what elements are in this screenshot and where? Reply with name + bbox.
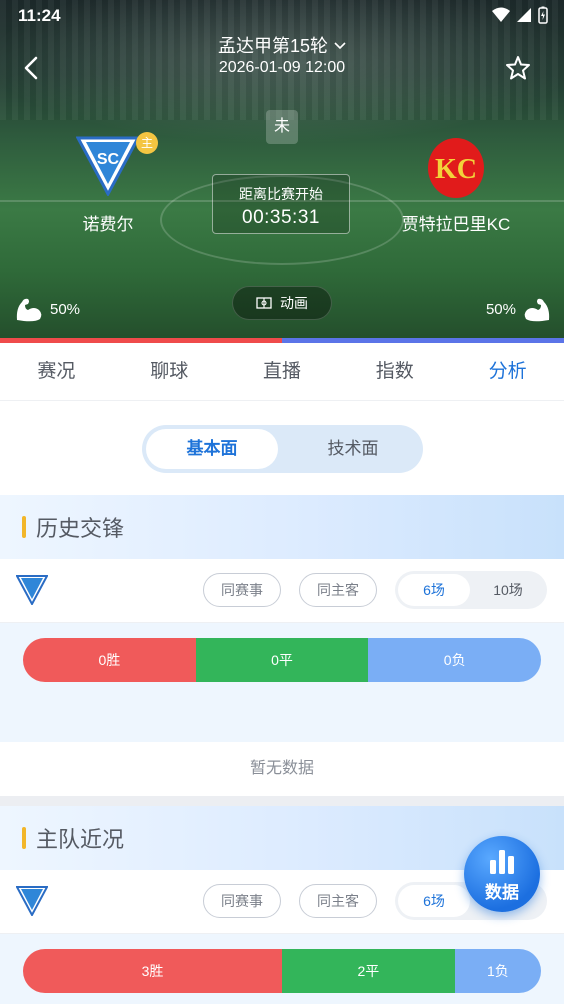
segment-technical[interactable]: 技术面 [287,429,419,469]
count-6[interactable]: 6场 [398,885,470,917]
history-filter-row: 同赛事 同主客 6场 10场 [0,559,564,623]
home-strength-value: 50% [50,300,81,318]
animation-button[interactable]: 动画 [232,286,332,320]
count-10[interactable]: 10场 [472,574,544,606]
result-draw-label: 2平 [357,963,380,979]
tab-analysis[interactable]: 分析 [451,343,564,400]
away-logo-text: KC [435,154,477,185]
result-loss: 1负 [454,949,541,993]
result-loss: 0负 [368,638,541,682]
section-accent-bar [22,827,26,849]
result-draw: 0平 [195,638,369,682]
history-section-header: 历史交锋 [0,495,564,559]
history-title: 历史交锋 [36,516,125,541]
match-header: 11:24 孟达甲第15轮 2026-01-09 12:00 未 SC 主 诺费… [0,0,564,338]
filter-same-home-away[interactable]: 同主客 [299,573,377,607]
data-floating-button[interactable]: 数据 [464,836,540,912]
status-time: 11:24 [18,6,61,25]
home-team-name: 诺费尔 [82,215,134,234]
count-6[interactable]: 6场 [398,574,470,606]
home-strength: 50% [14,294,80,324]
result-draw-label: 0平 [271,652,293,668]
animation-label: 动画 [280,295,308,311]
result-win: 0胜 [23,638,196,682]
match-tabs: 赛况 聊球 直播 指数 分析 [0,343,564,401]
muscle-arm-icon [16,298,42,322]
tab-chat[interactable]: 聊球 [113,343,226,400]
result-win: 3胜 [23,949,282,993]
section-accent-bar [22,516,26,538]
history-count-selector: 6场 10场 [395,571,547,609]
match-state-badge: 未 [266,110,298,144]
home-recent-results-area: 3胜 2平 1负 [0,934,564,1004]
history-results-area: 0胜 0平 0负 [0,623,564,742]
home-logo-text: SC [97,151,120,168]
analysis-segment-control: 基本面 技术面 [142,425,423,473]
home-team[interactable]: SC 主 诺费尔 [48,132,168,235]
kickoff-countdown: 距离比赛开始 00:35:31 [212,174,350,234]
home-team-logo: SC 主 [75,132,158,200]
home-recent-title: 主队近况 [36,827,125,852]
battery-icon [538,6,548,24]
away-strength: 50% [486,294,552,324]
data-button-label: 数据 [485,883,519,902]
favorite-button[interactable] [504,54,532,82]
countdown-value: 00:35:31 [242,207,320,228]
result-loss-label: 0负 [443,652,466,668]
pitch-icon [256,297,272,309]
status-icons [492,6,548,24]
match-datetime: 2026-01-09 12:00 [218,59,346,76]
chevron-down-icon [334,42,346,50]
history-results-bar: 0胜 0平 0负 [23,638,541,682]
away-team-logo: KC [424,136,488,200]
tab-odds[interactable]: 指数 [338,343,451,400]
filter-same-event[interactable]: 同赛事 [203,884,281,918]
status-bar: 11:24 [0,0,564,32]
home-team-mini-logo [15,886,49,918]
muscle-arm-icon [524,298,550,322]
result-loss-label: 1负 [486,963,509,979]
analysis-segment-area: 基本面 技术面 [0,401,564,495]
tab-match-status[interactable]: 赛况 [0,343,113,400]
league-round: 孟达甲第15轮 [217,36,329,56]
league-round-selector[interactable]: 孟达甲第15轮 [0,32,564,58]
bar-chart-icon [490,850,514,874]
countdown-label: 距离比赛开始 [239,186,323,202]
result-draw: 2平 [282,949,455,993]
filter-same-event[interactable]: 同赛事 [203,573,281,607]
segment-basic[interactable]: 基本面 [146,429,278,469]
away-team[interactable]: KC 贾特拉巴里KC [386,136,526,235]
away-strength-value: 50% [485,300,516,318]
wifi-icon [492,7,510,22]
home-tag-badge: 主 [136,132,158,154]
star-icon [506,56,530,80]
signal-icon [517,8,531,22]
away-team-name: 贾特拉巴里KC [401,215,511,234]
home-team-mini-logo [15,575,49,607]
filter-same-home-away[interactable]: 同主客 [299,884,377,918]
home-recent-results-bar: 3胜 2平 1负 [23,949,541,993]
result-win-label: 3胜 [141,963,164,979]
result-win-label: 0胜 [98,652,121,668]
history-empty-state: 暂无数据 [0,742,564,796]
tab-live[interactable]: 直播 [226,343,339,400]
